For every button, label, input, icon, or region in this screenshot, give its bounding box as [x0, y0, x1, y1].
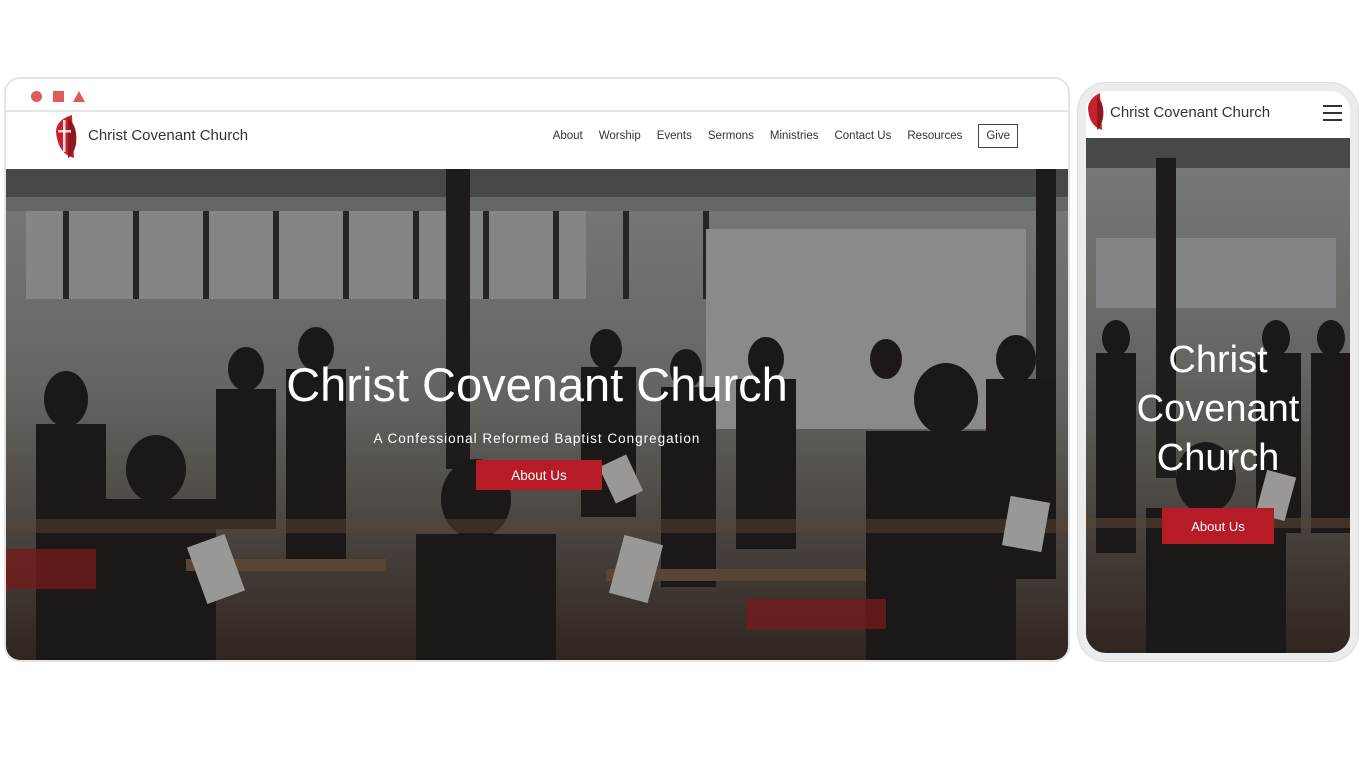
give-button[interactable]: Give [978, 124, 1018, 148]
church-logo-icon[interactable] [1088, 92, 1105, 132]
nav-item-worship[interactable]: Worship [599, 130, 641, 142]
mobile-hero-section: Christ Covenant Church About Us [1086, 138, 1350, 653]
site-title[interactable]: Christ Covenant Church [88, 127, 248, 144]
mobile-about-us-button[interactable]: About Us [1162, 508, 1274, 544]
nav-item-sermons[interactable]: Sermons [708, 130, 754, 142]
hero-title: Christ Covenant Church [286, 358, 788, 411]
browser-chrome-bar [6, 79, 1068, 112]
mobile-site-title[interactable]: Christ Covenant Church [1110, 104, 1270, 121]
mobile-hero-title: Christ Covenant Church [1086, 336, 1350, 483]
church-logo-icon[interactable] [54, 114, 80, 160]
about-us-button[interactable]: About Us [476, 460, 602, 490]
hero-section: Christ Covenant Church A Confessional Re… [6, 169, 1068, 660]
hamburger-icon[interactable] [1323, 105, 1342, 121]
nav-item-ministries[interactable]: Ministries [770, 130, 819, 142]
hero-overlay [6, 169, 1068, 660]
mobile-phone-mockup: Christ Covenant Church Christ Covenant C… [1078, 83, 1358, 661]
mobile-site-header: Christ Covenant Church [1086, 91, 1350, 138]
square-icon [53, 91, 64, 102]
desktop-browser-mockup: Christ Covenant Church About Worship Eve… [4, 77, 1070, 662]
site-header: Christ Covenant Church About Worship Eve… [6, 114, 1068, 169]
mobile-hero-title-line: Church [1156, 437, 1280, 479]
mobile-hero-title-line: Covenant [1136, 388, 1300, 430]
circle-icon [31, 91, 42, 102]
hero-subtitle: A Confessional Reformed Baptist Congrega… [373, 431, 701, 446]
nav-item-about[interactable]: About [553, 130, 583, 142]
nav-item-events[interactable]: Events [657, 130, 692, 142]
nav-item-contact-us[interactable]: Contact Us [834, 130, 891, 142]
main-nav: About Worship Events Sermons Ministries … [537, 124, 1018, 148]
mobile-hero-title-line: Christ [1168, 339, 1268, 381]
nav-item-resources[interactable]: Resources [907, 130, 962, 142]
triangle-icon [73, 91, 85, 102]
